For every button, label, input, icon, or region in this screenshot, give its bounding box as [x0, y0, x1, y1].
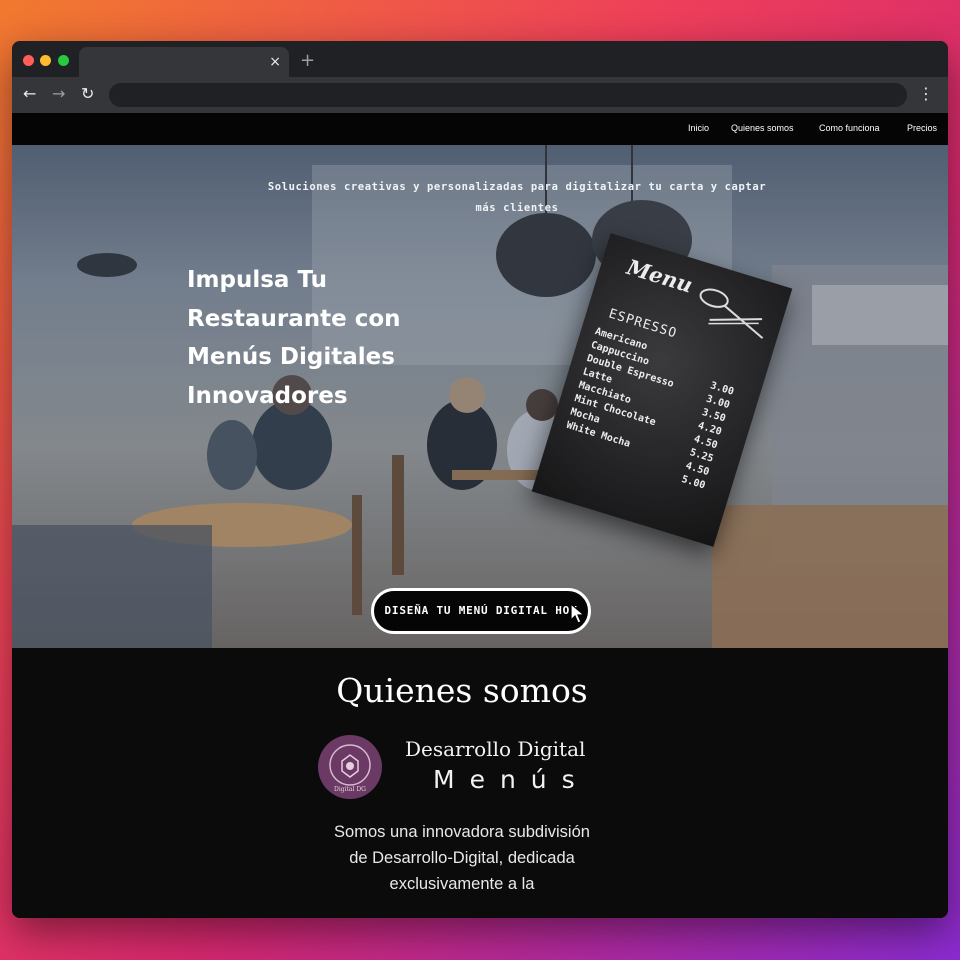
new-tab-icon[interactable]: + — [300, 50, 315, 71]
browser-window: × + ← → ↻ ⋮ Inicio Quienes somos Como fu… — [12, 41, 948, 918]
logo-text: Digital DG — [334, 786, 366, 793]
hero-headline-line2: Restaurante con — [187, 305, 401, 332]
back-arrow-icon[interactable]: ← — [23, 85, 36, 103]
cafe-background-image — [12, 145, 948, 648]
hero-headline: Impulsa Tu Restaurante con Menús Digital… — [187, 261, 447, 415]
nav-link-precios[interactable]: Precios — [907, 123, 937, 133]
design-menu-cta-button[interactable]: DISEÑA TU MENÚ DIGITAL HOY — [371, 588, 591, 634]
browser-titlebar: × + — [12, 41, 948, 77]
forward-arrow-icon[interactable]: → — [52, 85, 65, 103]
hero-headline-line3: Menús Digitales — [187, 344, 395, 370]
hero-section: Soluciones creativas y personalizadas pa… — [12, 145, 948, 648]
hero-tagline-line2: más clientes — [475, 202, 559, 214]
minimize-window-button[interactable] — [40, 55, 51, 66]
about-text-line: exclusivamente a la — [389, 875, 535, 893]
brand-name-line1: Desarrollo Digital — [405, 737, 586, 761]
maximize-window-button[interactable] — [58, 55, 69, 66]
close-window-button[interactable] — [23, 55, 34, 66]
site-navbar: Inicio Quienes somos Como funciona Preci… — [12, 113, 948, 145]
spoon-fork-icon — [699, 288, 764, 339]
nav-link-como-funciona[interactable]: Como funciona — [819, 123, 880, 133]
hero-headline-line1: Impulsa Tu — [187, 267, 327, 293]
browser-menu-icon[interactable]: ⋮ — [918, 84, 934, 103]
nav-link-quienes-somos[interactable]: Quienes somos — [731, 123, 794, 133]
web-page: Inicio Quienes somos Como funciona Preci… — [12, 113, 948, 918]
address-bar[interactable] — [109, 83, 907, 107]
reload-icon[interactable]: ↻ — [81, 85, 94, 103]
about-description: Somos una innovadora subdivisión de Desa… — [302, 819, 622, 897]
browser-tab[interactable]: × — [79, 47, 289, 77]
tab-close-icon[interactable]: × — [269, 54, 281, 70]
browser-toolbar: ← → ↻ ⋮ — [12, 77, 948, 113]
nav-link-inicio[interactable]: Inicio — [688, 123, 709, 133]
menu-board-prices: 3.00 3.00 3.50 4.20 4.50 5.25 4.50 5.00 — [680, 379, 736, 493]
hero-tagline: Soluciones creativas y personalizadas pa… — [242, 177, 792, 219]
digital-dg-logo: Digital DG — [318, 735, 382, 799]
mouse-cursor-icon — [570, 603, 586, 624]
menu-board-title: Menu — [624, 254, 696, 298]
about-section-title: Quienes somos — [336, 671, 588, 710]
hero-headline-line4: Innovadores — [187, 382, 348, 409]
brand-name-line2: Menús — [433, 765, 590, 794]
hero-tagline-line1: Soluciones creativas y personalizadas pa… — [267, 181, 767, 193]
about-text-line: de Desarrollo-Digital, dedicada — [349, 849, 575, 867]
menu-board-items: Americano Cappuccino Double Espresso Lat… — [564, 325, 683, 459]
about-text-line: Somos una innovadora subdivisión — [334, 823, 590, 841]
